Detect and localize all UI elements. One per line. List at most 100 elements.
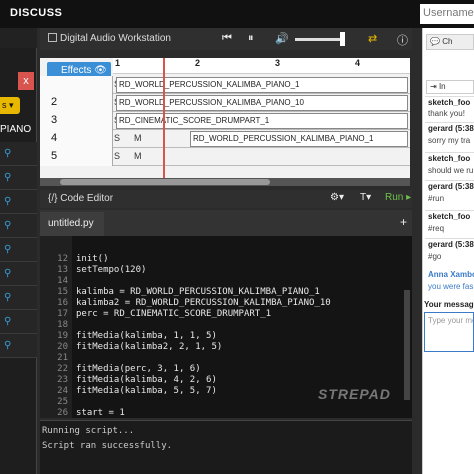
code-line[interactable]: perc = RD_CINEMATIC_SCORE_DRUMPART_1 [76,309,271,319]
window-icon [48,33,57,42]
track-header [40,76,113,94]
line-number: 14 [57,276,68,286]
chat-message [425,96,474,97]
timeline-ruler[interactable]: 1 2 3 4 [113,58,410,74]
line-number: 12 [57,254,68,264]
sidebar-item[interactable]: ⚲ [0,262,37,286]
chat-message [425,122,474,123]
message-text: #go [428,252,442,261]
code-line[interactable]: fitMedia(kalimba, 5, 5, 7) [76,386,217,396]
add-tab-button[interactable]: + [400,215,407,229]
info-icon[interactable]: ⓘ [397,32,408,48]
track-row[interactable]: S M RD_WORLD_PERCUSSION_KALIMBA_PIANO_1 [40,76,410,94]
tab-untitled[interactable]: untitled.py [40,212,104,236]
solo-button[interactable]: S [114,133,120,143]
sidebar-item[interactable]: ⚲ [0,310,37,334]
line-number: 15 [57,287,68,297]
effects-label: Effects [61,65,92,76]
message-label: Your messag [424,300,474,309]
code-line[interactable]: init() [76,254,109,264]
loop-icon[interactable]: ⇄ [368,32,377,45]
message-text: #run [428,194,445,203]
line-number: 25 [57,397,68,407]
track-row[interactable]: 3 S M RD_CINEMATIC_SCORE_DRUMPART_1 [40,112,410,130]
mute-button[interactable]: M [134,151,142,161]
code-line[interactable]: fitMedia(perc, 3, 1, 6) [76,364,201,374]
code-line[interactable]: fitMedia(kalimba, 1, 1, 5) [76,331,217,341]
playhead[interactable] [163,58,165,178]
link-icon: ⚲ [4,196,12,207]
message-user: gerard (5:38 [428,240,474,249]
top-bar [0,0,474,28]
code-scrollbar[interactable] [404,290,410,400]
app-brand: DISCUSS [10,7,63,19]
line-number: 16 [57,298,68,308]
sidebar-section-label: PIANO [0,124,32,135]
message-user: sketch_foo [428,212,471,221]
mute-button[interactable]: M [134,133,142,143]
line-number: 21 [57,353,68,363]
chat-message [425,180,474,181]
filter-dropdown[interactable]: s ▾ [0,97,20,114]
audio-clip[interactable]: RD_WORLD_PERCUSSION_KALIMBA_PIANO_10 [116,95,408,111]
code-line[interactable]: fitMedia(kalimba2, 2, 1, 5) [76,342,222,352]
volume-icon[interactable]: 🔊 [275,32,289,45]
channel-button[interactable]: ⇥ In [426,80,474,94]
volume-slider[interactable] [295,38,345,41]
code-line[interactable]: fitMedia(kalimba, 4, 2, 6) [76,375,217,385]
line-number: 17 [57,309,68,319]
track-number: 2 [50,96,58,108]
timeline-scrollbar-thumb[interactable] [60,179,270,185]
chat-message [425,210,474,211]
code-editor-title-label: Code Editor [60,193,114,204]
message-user: sketch_foo [428,98,471,107]
volume-slider-handle[interactable] [340,32,345,46]
line-number: 23 [57,375,68,385]
run-button[interactable]: Run ▸ [385,192,411,203]
settings-icon[interactable]: ⚙▾ [330,192,344,203]
ruler-tick: 3 [275,58,281,68]
line-number: 13 [57,265,68,275]
text-size-icon[interactable]: T▾ [360,192,371,203]
highlight-text: you were fas [428,282,474,291]
link-icon: ⚲ [4,340,12,351]
track-number: 3 [50,114,58,126]
message-input[interactable]: Type your mes [424,312,474,352]
sidebar-item[interactable]: ⚲ [0,334,37,358]
username-input[interactable]: Username [420,4,474,24]
line-number: 20 [57,342,68,352]
sidebar-item[interactable]: ⚲ [0,214,37,238]
sidebar-item[interactable]: ⚲ [0,286,37,310]
solo-button[interactable]: S [114,151,120,161]
sidebar-item[interactable]: ⚲ [0,238,37,262]
track-row[interactable]: 2 S M RD_WORLD_PERCUSSION_KALIMBA_PIANO_… [40,94,410,112]
code-line[interactable]: setTempo(120) [76,265,146,275]
pause-icon[interactable]: ⏸ [248,32,254,45]
code-line[interactable]: kalimba = RD_WORLD_PERCUSSION_KALIMBA_PI… [76,287,320,297]
link-icon: ⚲ [4,316,12,327]
chat-button[interactable]: 💬 Ch [426,34,474,50]
audio-clip[interactable]: RD_WORLD_PERCUSSION_KALIMBA_PIANO_1 [190,131,408,147]
link-icon: ⚲ [4,292,12,303]
link-icon: ⚲ [4,220,12,231]
sidebar-header [0,28,37,48]
sidebar-item[interactable]: ⚲ [0,190,37,214]
track-row[interactable]: 4 S M RD_WORLD_PERCUSSION_KALIMBA_PIANO_… [40,130,410,148]
audio-clip[interactable]: RD_WORLD_PERCUSSION_KALIMBA_PIANO_1 [116,77,408,93]
chat-button-label: Ch [442,37,453,46]
code-line[interactable]: kalimba2 = RD_WORLD_PERCUSSION_KALIMBA_P… [76,298,331,308]
eye-icon: 👁 [94,65,107,76]
login-icon: ⇥ [430,82,437,91]
message-text: should we ru [428,166,474,175]
code-line[interactable]: start = 1 [76,408,125,418]
channel-label: In [438,82,446,91]
ruler-tick: 1 [115,58,121,68]
message-user: gerard (5:38 [428,124,474,133]
close-button[interactable]: x [18,72,34,90]
track-row[interactable]: 5 S M [40,148,410,166]
audio-clip[interactable]: RD_CINEMATIC_SCORE_DRUMPART_1 [116,113,408,129]
skip-back-icon[interactable]: ⏮ [222,32,232,45]
line-number: 18 [57,320,68,330]
sidebar-item[interactable]: ⚲ [0,142,37,166]
sidebar-item[interactable]: ⚲ [0,166,37,190]
